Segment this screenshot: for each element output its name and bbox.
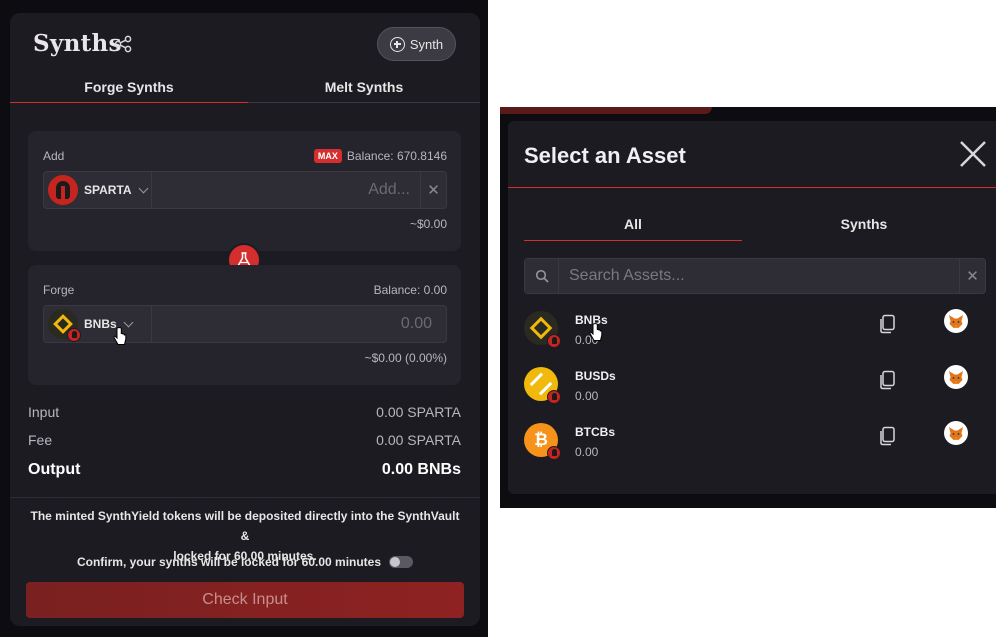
forge-page-background: Synths Synth Forge Synths Melt Synths Ad… [0,0,488,637]
add-clear-icon[interactable]: ✕ [420,172,446,208]
add-token-name: SPARTA [84,183,132,197]
forge-token-name: BNBs [84,317,117,331]
close-icon[interactable] [958,139,988,169]
chevron-down-icon [138,183,149,193]
add-label: Add [43,149,65,163]
check-input-button[interactable]: Check Input [26,582,464,618]
asset-filter-tabs: All Synths [524,207,994,241]
forge-balance: Balance: 0.00 [374,283,447,297]
tab-forge-synths[interactable]: Forge Synths [10,71,248,103]
asset-name: BTCBs [575,425,616,439]
metamask-fox-icon[interactable] [944,365,968,389]
forge-balance-text: Balance: 0.00 [373,283,447,297]
sparta-badge-icon [67,328,81,342]
bnb-synth-token-icon [48,309,81,342]
share-icon[interactable] [114,35,132,53]
summary-output-value: 0.00 BNBs [381,461,461,478]
asset-row-busds[interactable]: BUSDs 0.00 [524,363,986,411]
forge-label: Forge [43,283,75,297]
btcb-icon: ₿ [524,423,561,460]
add-synth-button-label: Synth [409,36,444,52]
add-balance-text: Balance: 670.8146 [346,149,447,163]
summary-fee-value: 0.00 SPARTA [376,432,461,448]
asset-row-bnbs[interactable]: BNBs 0.00 [524,307,986,355]
add-amount-input[interactable] [152,172,420,208]
search-clear-icon[interactable]: ✕ [959,259,985,293]
asset-row-btcbs[interactable]: ₿ BTCBs 0.00 [524,419,986,467]
forge-usd-value: ~$0.00 (0.00%) [364,351,447,365]
add-input-box: Add MAX Balance: 670.8146 SPARTA ✕ ~$0.0… [28,131,461,251]
add-input-row: SPARTA ✕ [43,171,447,209]
tab-melt-synths[interactable]: Melt Synths [248,71,480,103]
confirm-lock-toggle[interactable] [389,556,414,568]
plus-circle-icon [389,36,405,52]
busd-icon [524,367,561,404]
asset-name: BUSDs [575,369,616,383]
asset-balance: 0.00 [575,333,599,347]
sparta-badge-icon [547,390,561,404]
search-icon [535,269,549,283]
summary-fee-row: Fee 0.00 SPARTA [28,432,461,448]
modal-title: Select an Asset [524,143,686,168]
asset-name: BNBs [575,313,608,327]
page-title: Synths [33,30,122,57]
confirm-lock-row: Confirm, your synths will be locked for … [10,555,480,569]
divider [10,497,480,498]
chevron-down-icon [123,317,134,327]
select-asset-modal: Select an Asset All Synths ✕ BNBs 0.00 [508,121,996,494]
forge-token-selector[interactable]: BNBs [44,306,152,342]
asset-balance: 0.00 [575,389,599,403]
metamask-fox-icon[interactable] [944,421,968,445]
sparta-token-icon [48,175,78,205]
forge-output-box: Forge Balance: 0.00 BNBs ~$0.00 (0.00%) [28,265,461,385]
modal-header-divider [508,187,996,188]
metamask-fox-icon[interactable] [944,309,968,333]
summary-input-label: Input [28,404,60,420]
max-button[interactable]: MAX [313,149,342,163]
sparta-badge-icon [547,446,561,460]
add-token-selector[interactable]: SPARTA [44,172,152,208]
summary-fee-label: Fee [28,432,53,448]
tab-all[interactable]: All [524,207,742,241]
summary-output-label: Output [28,461,81,478]
add-usd-value: ~$0.00 [409,217,447,231]
copy-icon[interactable] [878,314,896,334]
asset-search-bar: ✕ [524,258,986,294]
confirm-lock-label: Confirm, your synths will be locked for … [76,555,382,569]
copy-icon[interactable] [878,426,896,446]
summary-input-value: 0.00 SPARTA [376,404,461,420]
forge-synths-card: Synths Synth Forge Synths Melt Synths Ad… [10,13,480,626]
summary-input-row: Input 0.00 SPARTA [28,404,461,420]
summary-output-row: Output 0.00 BNBs [28,461,461,479]
sparta-badge-icon [547,334,561,348]
lock-notice-line1: The minted SynthYield tokens will be dep… [30,509,460,543]
tab-synths[interactable]: Synths [742,207,986,241]
search-icon-box [525,259,559,293]
add-synth-button[interactable]: Synth [377,27,456,61]
add-balance: MAX Balance: 670.8146 [313,149,447,163]
forge-melt-tabs: Forge Synths Melt Synths [10,71,480,103]
forge-input-row: BNBs [43,305,447,343]
forge-amount-input[interactable] [152,306,446,342]
bnb-icon [524,311,561,348]
asset-balance: 0.00 [575,445,599,459]
search-assets-input[interactable] [559,259,959,293]
copy-icon[interactable] [878,370,896,390]
